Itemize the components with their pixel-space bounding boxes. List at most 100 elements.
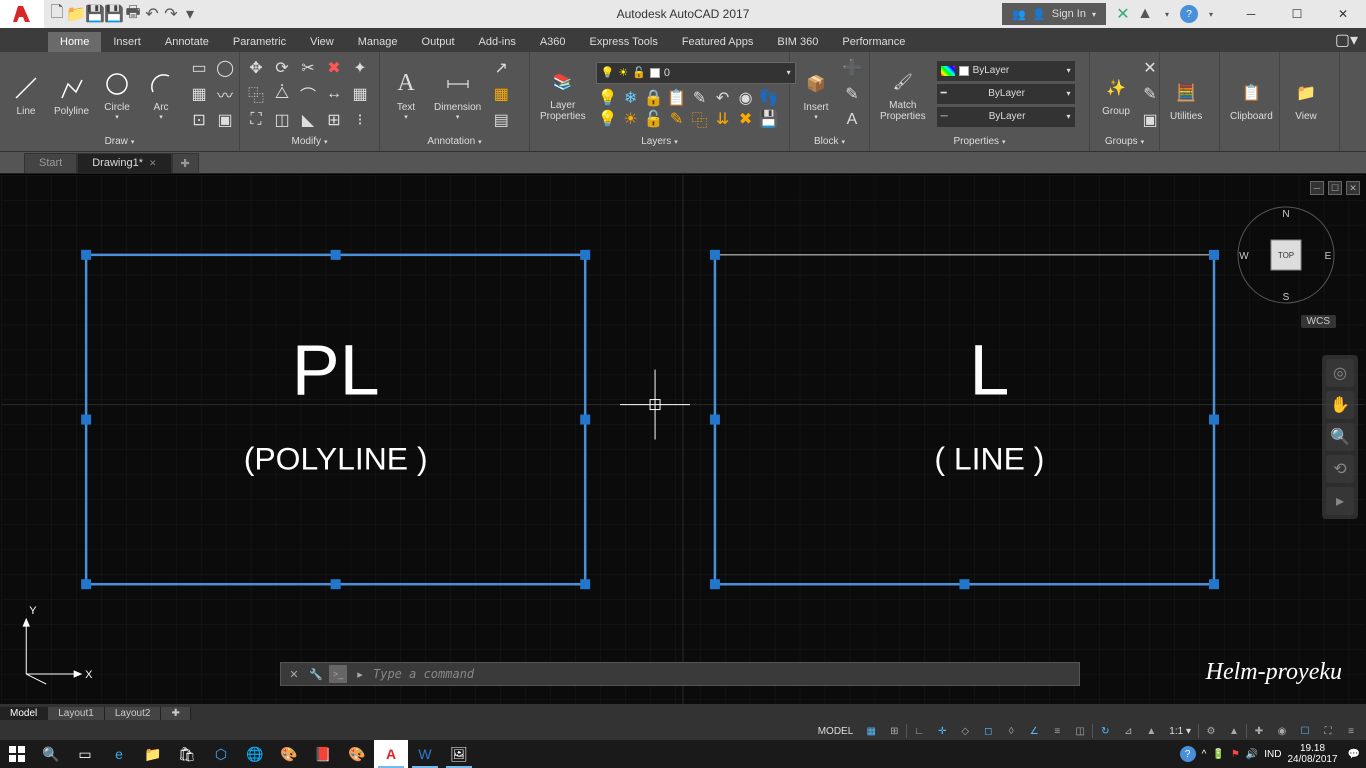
match-properties-button[interactable]: 🖌Match Properties	[874, 64, 932, 124]
copy-icon[interactable]: ⿻	[244, 82, 268, 106]
move-icon[interactable]: ✥	[244, 56, 268, 80]
word-icon[interactable]: W	[408, 740, 442, 768]
chevron-down-icon[interactable]: ▾	[1158, 5, 1176, 23]
tab-annotate[interactable]: Annotate	[153, 32, 221, 52]
modelspace-button[interactable]: MODEL	[812, 726, 860, 737]
group-edit-icon[interactable]: ✎	[1138, 82, 1162, 106]
close-viewport-icon[interactable]: ✕	[1346, 181, 1360, 195]
search-icon[interactable]: 🔍	[34, 740, 68, 768]
layer-merge-icon[interactable]: ⇊	[711, 107, 735, 131]
app-icon[interactable]	[0, 0, 44, 28]
clipboard-button[interactable]: 📋Clipboard	[1224, 75, 1279, 124]
drawing-canvas[interactable]: PL (POLYLINE ) L ( LINE ) Y X ─ ☐ ✕ N	[0, 175, 1366, 704]
ellipse-icon[interactable]: ◯	[213, 56, 237, 80]
tab-bim360[interactable]: BIM 360	[765, 32, 830, 52]
wcs-label[interactable]: WCS	[1301, 315, 1336, 328]
isoplane-icon[interactable]: ◇	[954, 723, 976, 739]
break-icon[interactable]: ⁝	[348, 108, 372, 132]
tab-addins[interactable]: Add-ins	[467, 32, 528, 52]
panel-draw-label[interactable]: Draw	[4, 134, 235, 149]
region-icon[interactable]: ▣	[213, 108, 237, 132]
polyline-button[interactable]: Polyline	[48, 70, 95, 119]
selection-filter-icon[interactable]: ▲	[1140, 723, 1162, 739]
otrack-icon[interactable]: ∠	[1023, 723, 1045, 739]
save-icon[interactable]: 💾	[86, 5, 104, 23]
showmotion-icon[interactable]: ▸	[1326, 487, 1354, 515]
start-button[interactable]	[0, 740, 34, 768]
stretch-icon[interactable]: ↔	[322, 82, 346, 106]
antivirus-icon[interactable]: ⚑	[1231, 749, 1240, 760]
spline-icon[interactable]: 〰	[213, 82, 237, 106]
action-center-icon[interactable]: 💬	[1348, 749, 1360, 760]
array-icon[interactable]: ▦	[348, 82, 372, 106]
paint-icon[interactable]: 🎨	[272, 740, 306, 768]
mirror-icon[interactable]: ⧊	[270, 82, 294, 106]
chevron-up-icon[interactable]: ^	[1202, 749, 1207, 760]
tab-output[interactable]: Output	[410, 32, 467, 52]
tab-featured[interactable]: Featured Apps	[670, 32, 766, 52]
photos-icon[interactable]: 🖼	[442, 740, 476, 768]
polar-icon[interactable]: ✛	[931, 723, 953, 739]
chamfer-icon[interactable]: ◣	[296, 108, 320, 132]
view-button[interactable]: 📁View	[1284, 75, 1328, 124]
close-button[interactable]: ✕	[1320, 0, 1366, 28]
layer-delete-icon[interactable]: ✖	[734, 107, 758, 131]
mtext-icon[interactable]: ▤	[489, 108, 513, 132]
color-dropdown[interactable]: ByLayer	[936, 60, 1076, 82]
model-tab[interactable]: Model	[0, 707, 48, 720]
panel-groups-label[interactable]: Groups	[1094, 134, 1155, 149]
erase-icon[interactable]: ✖	[322, 56, 346, 80]
chrome-icon[interactable]: 🌐	[238, 740, 272, 768]
palette-icon[interactable]: 🎨	[340, 740, 374, 768]
explorer-icon[interactable]: 📁	[136, 740, 170, 768]
tab-new[interactable]: ✚	[172, 153, 199, 173]
minimize-viewport-icon[interactable]: ─	[1310, 181, 1324, 195]
signin-button[interactable]: 👥 👤 Sign In ▾	[1002, 3, 1106, 25]
pan-icon[interactable]: ✋	[1326, 391, 1354, 419]
layer-properties-button[interactable]: 📚Layer Properties	[534, 64, 592, 124]
table-icon[interactable]: ▦	[489, 82, 513, 106]
store-icon[interactable]: 🛍	[170, 740, 204, 768]
rotate-icon[interactable]: ⟳	[270, 56, 294, 80]
command-line[interactable]: ✕ 🔧 >_ ▸ Type a command	[280, 662, 1080, 686]
tab-insert[interactable]: Insert	[101, 32, 153, 52]
edge-icon[interactable]: e	[102, 740, 136, 768]
osnap-icon[interactable]: ◻	[977, 723, 999, 739]
panel-modify-label[interactable]: Modify	[244, 134, 375, 149]
open-icon[interactable]: 📁	[67, 5, 85, 23]
panel-layers-label[interactable]: Layers	[534, 134, 785, 149]
line-button[interactable]: Line	[4, 70, 48, 119]
close-icon[interactable]: ✕	[149, 158, 157, 169]
tab-view[interactable]: View	[298, 32, 346, 52]
layout1-tab[interactable]: Layout1	[48, 707, 105, 720]
clean-screen-icon[interactable]: ⛶	[1317, 723, 1339, 739]
redo-icon[interactable]: ↷	[162, 5, 180, 23]
help-tray-icon[interactable]: ?	[1180, 746, 1196, 762]
scale-icon[interactable]: ⛶	[244, 108, 268, 132]
tab-drawing1[interactable]: Drawing1*✕	[77, 153, 171, 173]
explode-icon[interactable]: ✦	[348, 56, 372, 80]
tab-performance[interactable]: Performance	[830, 32, 917, 52]
lineweight-dropdown[interactable]: ━ByLayer	[936, 83, 1076, 105]
saveas-icon[interactable]: 💾	[105, 5, 123, 23]
leader-icon[interactable]: ↗	[489, 56, 513, 80]
autodesk-icon[interactable]: ▲	[1136, 5, 1154, 23]
layer-copy-icon[interactable]: ⿻	[688, 107, 712, 131]
panel-annotation-label[interactable]: Annotation	[384, 134, 525, 149]
panel-properties-label[interactable]: Properties	[874, 134, 1085, 149]
create-block-icon[interactable]: ➕	[840, 56, 864, 80]
layer-dropdown[interactable]: 💡 ☀ 🔓 0	[596, 62, 796, 84]
volume-icon[interactable]: 🔊	[1246, 749, 1258, 760]
undo-icon[interactable]: ↶	[143, 5, 161, 23]
3dosnap-icon[interactable]: ◊	[1000, 723, 1022, 739]
scale-button[interactable]: 1:1 ▾	[1163, 726, 1197, 737]
maximize-button[interactable]: ☐	[1274, 0, 1320, 28]
panel-block-label[interactable]: Block	[794, 134, 865, 149]
isolate-icon[interactable]: ☐	[1294, 723, 1316, 739]
add-layout-tab[interactable]: ✚	[161, 707, 190, 720]
selection-cycling-icon[interactable]: ↻	[1094, 723, 1116, 739]
fillet-icon[interactable]: ⌒	[296, 82, 320, 106]
zoom-icon[interactable]: 🔍	[1326, 423, 1354, 451]
tab-express[interactable]: Express Tools	[578, 32, 670, 52]
customize-icon[interactable]: ≡	[1340, 723, 1362, 739]
